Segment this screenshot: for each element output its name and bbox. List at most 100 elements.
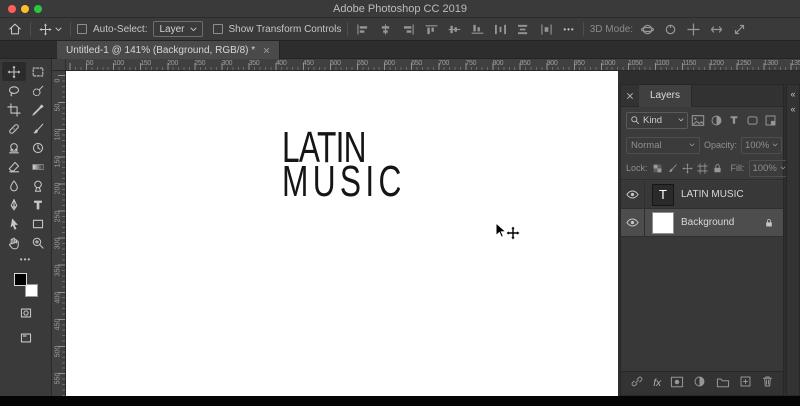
document-canvas[interactable]: LATIN MUSIC [66,71,618,396]
align-vertical-centers-button[interactable] [446,20,463,38]
collapse-panels-button-2[interactable]: « [787,102,799,117]
new-layer-button[interactable] [739,375,752,393]
fill-dropdown[interactable]: 100% [749,160,790,177]
hruler-label: 400 [276,60,287,67]
layer-visibility-toggle[interactable] [621,209,645,236]
type-icon [31,198,45,212]
filter-kind-dropdown[interactable]: Kind [626,112,688,129]
document-tab[interactable]: Untitled-1 @ 141% (Background, RGB/8) * [57,41,280,59]
new-adjustment-layer-button[interactable] [693,375,706,393]
3d-roll-button[interactable] [662,20,679,38]
more-options-button[interactable]: ••• [561,20,576,38]
lasso-icon [7,84,21,98]
3d-orbit-button[interactable] [639,20,656,38]
filter-pixel-layers-button[interactable] [690,112,706,129]
gradient-tool[interactable] [26,157,50,176]
align-right-edges-button[interactable] [400,20,417,38]
hruler-label: 1300 [764,60,778,67]
lasso-tool[interactable] [2,81,26,100]
dodge-tool[interactable] [26,176,50,195]
filter-smart-objects-button[interactable] [762,112,778,129]
show-transform-checkbox[interactable] [213,24,223,34]
layers-list: T LATIN MUSIC Background [621,181,783,371]
3d-pan-button[interactable] [685,20,702,38]
chevron-down-icon [190,27,197,32]
auto-select-checkbox[interactable] [77,24,87,34]
distribute-horizontal-button[interactable] [492,20,509,38]
edit-toolbar-button[interactable]: ••• [0,255,51,264]
zoom-tool[interactable] [26,233,50,252]
dodge-icon [31,179,45,193]
align-left-edges-button[interactable] [354,20,371,38]
layer-thumbnail-image[interactable] [652,212,674,234]
hand-tool[interactable] [2,233,26,252]
current-tool-button[interactable] [37,20,64,38]
layers-panel-tab[interactable]: Layers [639,85,692,107]
layer-visibility-toggle[interactable] [621,181,645,208]
home-button[interactable] [6,20,24,38]
vruler-label: 200 [55,179,62,199]
layer-name[interactable]: LATIN MUSIC [681,189,783,200]
brush-tool[interactable] [26,119,50,138]
spot-healing-brush-tool[interactable] [2,119,26,138]
layer-name[interactable]: Background [681,217,764,228]
layer-thumbnail-text[interactable]: T [652,184,674,206]
filter-adjustment-layers-button[interactable] [708,112,724,129]
add-layer-mask-button[interactable] [670,375,684,393]
artwork-text: LATIN MUSIC [282,131,406,199]
3d-slide-button[interactable] [708,20,725,38]
align-bottom-icon [471,24,484,35]
blur-tool[interactable] [2,176,26,195]
link-layers-button[interactable] [630,375,644,393]
new-group-button[interactable] [716,375,730,393]
layer-style-button[interactable]: fx [653,378,661,389]
distribute-h-icon [494,24,507,35]
lock-pixels-button[interactable] [667,161,678,175]
clone-stamp-icon [7,141,21,155]
eyedropper-tool[interactable] [26,100,50,119]
window-titlebar: Adobe Photoshop CC 2019 [0,0,800,18]
distribute-vertical-button[interactable] [515,20,532,38]
rectangle-shape-tool[interactable] [26,214,50,233]
path-selection-tool[interactable] [2,214,26,233]
align-bottom-edges-button[interactable] [469,20,486,38]
ruler-origin-corner[interactable] [52,59,66,71]
lock-all-button[interactable] [712,161,723,175]
auto-select-target-dropdown[interactable]: Layer [153,21,202,37]
lock-artboard-button[interactable] [697,161,708,175]
move-tool[interactable] [2,62,26,81]
3d-scale-button[interactable] [731,20,748,38]
pen-tool[interactable] [2,195,26,214]
layer-row-latin-music[interactable]: T LATIN MUSIC [621,181,783,209]
quick-mask-button[interactable] [19,306,33,325]
filter-shape-layers-button[interactable] [744,112,760,129]
eraser-tool[interactable] [2,157,26,176]
distribute-spacing-button[interactable] [538,20,555,38]
foreground-color-swatch[interactable] [14,273,27,286]
collapse-panels-button[interactable]: « [787,87,799,102]
horizontal-ruler[interactable]: 5010015020025030035040045050055060065070… [52,59,800,71]
lock-position-button[interactable] [682,161,693,175]
layers-panel: Layers Kind Normal Opacity: 100% Lock: [620,84,784,396]
screen-mode-button[interactable] [19,331,33,350]
history-brush-tool[interactable] [26,138,50,157]
rectangular-marquee-tool[interactable] [26,62,50,81]
layer-row-background[interactable]: Background [621,209,783,237]
close-panel-button[interactable] [626,92,634,100]
hruler-label: 800 [493,60,504,67]
align-horizontal-centers-button[interactable] [377,20,394,38]
clone-stamp-tool[interactable] [2,138,26,157]
opacity-dropdown[interactable]: 100% [741,137,782,154]
align-top-edges-button[interactable] [423,20,440,38]
blend-mode-dropdown[interactable]: Normal [626,137,700,154]
delete-layer-button[interactable] [761,375,774,393]
type-tool[interactable] [26,195,50,214]
crop-tool[interactable] [2,100,26,119]
filter-type-layers-button[interactable] [726,112,742,129]
auto-select-target-value: Layer [159,24,184,35]
vertical-ruler[interactable]: 050100150200250300350400450500550600 [52,71,66,396]
lock-transparency-button[interactable] [652,161,663,175]
quick-selection-tool[interactable] [26,81,50,100]
close-tab-icon[interactable] [263,47,270,54]
hruler-label: 650 [411,60,422,67]
